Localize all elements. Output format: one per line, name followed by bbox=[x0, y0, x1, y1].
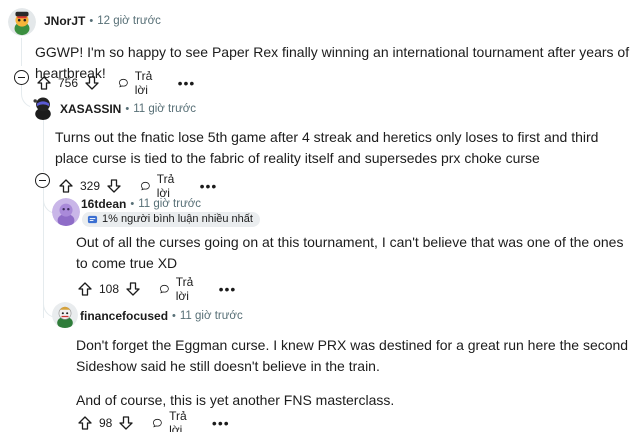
downvote-button[interactable] bbox=[84, 75, 100, 91]
avatar[interactable] bbox=[30, 94, 56, 120]
comment-bubble-icon bbox=[153, 418, 163, 428]
snoo-avatar-icon bbox=[8, 8, 36, 36]
more-options-button[interactable]: ••• bbox=[178, 76, 196, 90]
comment-body: Out of all the curses going on at this t… bbox=[76, 232, 628, 274]
flair-label: 1% người bình luận nhiều nhất bbox=[102, 213, 253, 225]
reply-button[interactable]: Trả lời bbox=[140, 172, 180, 200]
upvote-icon bbox=[78, 416, 92, 430]
thread-line-level-1[interactable] bbox=[21, 38, 22, 66]
avatar[interactable] bbox=[8, 8, 36, 36]
comment-paragraph: Out of all the curses going on at this t… bbox=[76, 234, 624, 271]
comment-bubble-icon bbox=[118, 78, 128, 88]
more-options-button[interactable]: ••• bbox=[200, 179, 218, 193]
vote-count: 329 bbox=[80, 179, 101, 193]
downvote-icon bbox=[85, 76, 99, 90]
username[interactable]: financefocused bbox=[80, 309, 168, 323]
thread-line-level-2[interactable] bbox=[43, 120, 44, 172]
reply-label: Trả lời bbox=[156, 172, 175, 200]
vote-count: 756 bbox=[58, 76, 79, 90]
upvote-icon bbox=[59, 179, 73, 193]
snoo-avatar-icon bbox=[52, 198, 80, 226]
collapse-thread-button[interactable] bbox=[35, 173, 50, 188]
username[interactable]: 16tdean bbox=[81, 197, 126, 211]
comment-paragraph: Don't forget the Eggman curse. I knew PR… bbox=[76, 337, 629, 374]
avatar[interactable] bbox=[52, 198, 80, 226]
comment-paragraph: And of course, this is yet another FNS m… bbox=[76, 392, 395, 408]
comment-actions: 756 Trả lời ••• bbox=[36, 69, 195, 97]
separator-dot: • bbox=[125, 103, 130, 115]
reply-button[interactable]: Trả lời bbox=[152, 409, 192, 432]
comment-paragraph: Turns out the fnatic lose 5th game after… bbox=[55, 129, 599, 166]
reply-button[interactable]: Trả lời bbox=[159, 275, 199, 303]
username[interactable]: XASASSIN bbox=[60, 102, 121, 116]
timestamp[interactable]: 11 giờ trước bbox=[133, 103, 196, 115]
reply-label: Trả lời bbox=[169, 409, 187, 432]
upvote-icon bbox=[37, 76, 51, 90]
upvote-button[interactable] bbox=[77, 281, 93, 297]
comment-actions: 329 Trả lời ••• bbox=[58, 172, 217, 200]
comment-bubble-icon bbox=[159, 284, 169, 294]
downvote-icon bbox=[107, 179, 121, 193]
reply-label: Trả lời bbox=[134, 69, 153, 97]
vote-count: 98 bbox=[99, 416, 113, 430]
downvote-icon bbox=[126, 282, 140, 296]
snoo-avatar-icon bbox=[52, 302, 78, 328]
vote-count: 108 bbox=[99, 282, 120, 296]
upvote-button[interactable] bbox=[36, 75, 52, 91]
downvote-button[interactable] bbox=[118, 415, 134, 431]
top-commenter-icon bbox=[87, 215, 98, 223]
reply-button[interactable]: Trả lời bbox=[118, 69, 158, 97]
snoo-avatar-icon bbox=[30, 94, 56, 120]
reply-label: Trả lời bbox=[175, 275, 194, 303]
separator-dot: • bbox=[172, 310, 176, 322]
avatar[interactable] bbox=[52, 302, 78, 328]
separator-dot: • bbox=[89, 15, 94, 27]
collapse-thread-button[interactable] bbox=[14, 70, 29, 85]
timestamp[interactable]: 11 giờ trước bbox=[180, 310, 243, 322]
comment-body: Turns out the fnatic lose 5th game after… bbox=[55, 127, 627, 169]
upvote-button[interactable] bbox=[77, 415, 93, 431]
upvote-icon bbox=[78, 282, 92, 296]
comment-body: Don't forget the Eggman curse. I knew PR… bbox=[76, 335, 634, 411]
timestamp[interactable]: 12 giờ trước bbox=[97, 15, 161, 27]
comment-actions: 98 Trả lời ••• bbox=[77, 409, 230, 432]
separator-dot: • bbox=[130, 198, 135, 210]
username[interactable]: JNorJT bbox=[44, 14, 85, 28]
upvote-button[interactable] bbox=[58, 178, 74, 194]
more-options-button[interactable]: ••• bbox=[212, 416, 230, 430]
user-flair-badge: 1% người bình luận nhiều nhất bbox=[82, 212, 260, 227]
comment-actions: 108 Trả lời ••• bbox=[77, 275, 236, 303]
timestamp[interactable]: 11 giờ trước bbox=[138, 198, 201, 210]
comment-bubble-icon bbox=[140, 181, 150, 191]
downvote-button[interactable] bbox=[125, 281, 141, 297]
downvote-button[interactable] bbox=[106, 178, 122, 194]
downvote-icon bbox=[119, 416, 134, 430]
more-options-button[interactable]: ••• bbox=[219, 282, 237, 296]
